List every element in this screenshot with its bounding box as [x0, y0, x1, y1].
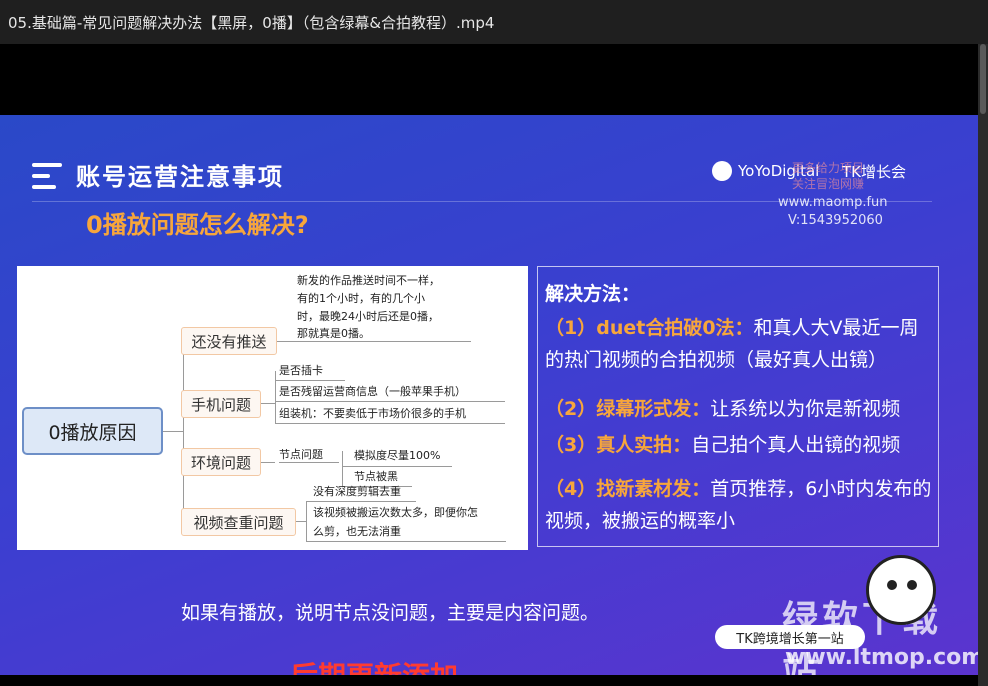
mindmap-leaf: 模拟度尽量100% [354, 449, 441, 462]
bottom-caption: 如果有播放，说明节点没问题，主要是内容问题。 [181, 602, 600, 624]
video-frame[interactable]: 账号运营注意事项 0播放问题怎么解决? YoYoDigital TK增长会 更多… [0, 115, 978, 675]
connector [163, 431, 183, 432]
yoyo-logo-icon [712, 161, 732, 181]
solution-item-title: （3）真人实拍： [545, 434, 692, 456]
connector [306, 501, 416, 502]
slide-subtitle: 0播放问题怎么解决? [86, 211, 309, 239]
connector [275, 423, 505, 424]
mindmap-leaf: 没有深度剪辑去重 [313, 485, 401, 498]
connector [306, 541, 506, 542]
mindmap-branch: 手机问题 [181, 390, 261, 418]
solution-item-text: 自己拍个真人出镜的视频 [691, 434, 901, 456]
mindmap-leaf: 新发的作品推送时间不一样， [297, 274, 440, 287]
mindmap-leaf: 组装机：不要卖低于市场价很多的手机 [279, 407, 466, 420]
connector [306, 501, 307, 541]
solution-item-title: （4）找新素材发： [545, 478, 711, 500]
watermark-web: www.maomp.fun [778, 195, 888, 210]
mindmap-leaf: 是否残留运营商信息（一般苹果手机） [279, 385, 466, 398]
connector [275, 401, 505, 402]
connector [261, 403, 275, 404]
solution-heading: 解决方法： [545, 283, 641, 305]
red-caption: 后期更新添加 [290, 655, 458, 675]
window-titlebar[interactable]: 05.基础篇-常见问题解决办法【黑屏，0播】（包含绿幕&合拍教程）.mp4 [0, 0, 988, 44]
mindmap-branch: 环境问题 [181, 448, 261, 476]
mindmap-leaf: 么剪，也无法消重 [313, 525, 401, 538]
slide-title: 账号运营注意事项 [76, 163, 284, 191]
solution-item: （1）duet合拍破0法：和真人大V最近一周的热门视频的合拍视频（最好真人出镜） [545, 312, 937, 376]
mindmap-leaf: 该视频被搬运次数太多，即便你怎 [313, 506, 478, 519]
solution-item-text: 让系统以为你是新视频 [710, 398, 901, 420]
connector [279, 462, 339, 463]
connector [342, 451, 343, 486]
mindmap-leaf: 那就真是0播。 [297, 327, 370, 340]
connector [275, 371, 276, 423]
scrollbar[interactable] [978, 44, 988, 686]
solution-item: （4）找新素材发：首页推荐，6小时内发布的视频，被搬运的概率小 [545, 473, 937, 537]
connector [275, 380, 345, 381]
menu-lines-icon [32, 163, 62, 189]
watermark-line-2: 关注冒泡网赚 [792, 177, 865, 191]
mindmap-leaf: 是否插卡 [279, 364, 323, 377]
connector [183, 341, 184, 521]
watermark-v: V:1543952060 [788, 213, 883, 228]
mascot-icon [866, 555, 936, 625]
connector [342, 466, 452, 467]
connector [261, 462, 275, 463]
mindmap-leaf: 时，最晚24小时后还是0播， [297, 310, 439, 323]
mindmap-panel: 0播放原因 还没有推送 新发的作品推送时间不一样， 有的1个小时，有的几个小 时… [17, 266, 528, 550]
mindmap-branch: 还没有推送 [181, 327, 277, 355]
solution-item: （2）绿幕形式发：让系统以为你是新视频 [545, 393, 937, 425]
watermark-line-1: 更多给力项目 [792, 161, 865, 175]
connector [296, 521, 306, 522]
connector [277, 341, 291, 342]
window-title: 05.基础篇-常见问题解决办法【黑屏，0播】（包含绿幕&合拍教程）.mp4 [8, 13, 495, 32]
solution-item-title: （1）duet合拍破0法： [545, 317, 754, 339]
site-watermark: www.ltmop.com [785, 645, 978, 670]
mindmap-leaf: 有的1个小时，有的几个小 [297, 292, 425, 305]
solution-item-title: （2）绿幕形式发： [545, 398, 711, 420]
scrollbar-thumb[interactable] [980, 44, 986, 114]
solution-item: （3）真人实拍：自己拍个真人出镜的视频 [545, 429, 937, 461]
mindmap-root: 0播放原因 [22, 407, 163, 455]
mindmap-branch: 视频查重问题 [181, 508, 296, 536]
solution-panel: 解决方法： （1）duet合拍破0法：和真人大V最近一周的热门视频的合拍视频（最… [537, 266, 939, 547]
